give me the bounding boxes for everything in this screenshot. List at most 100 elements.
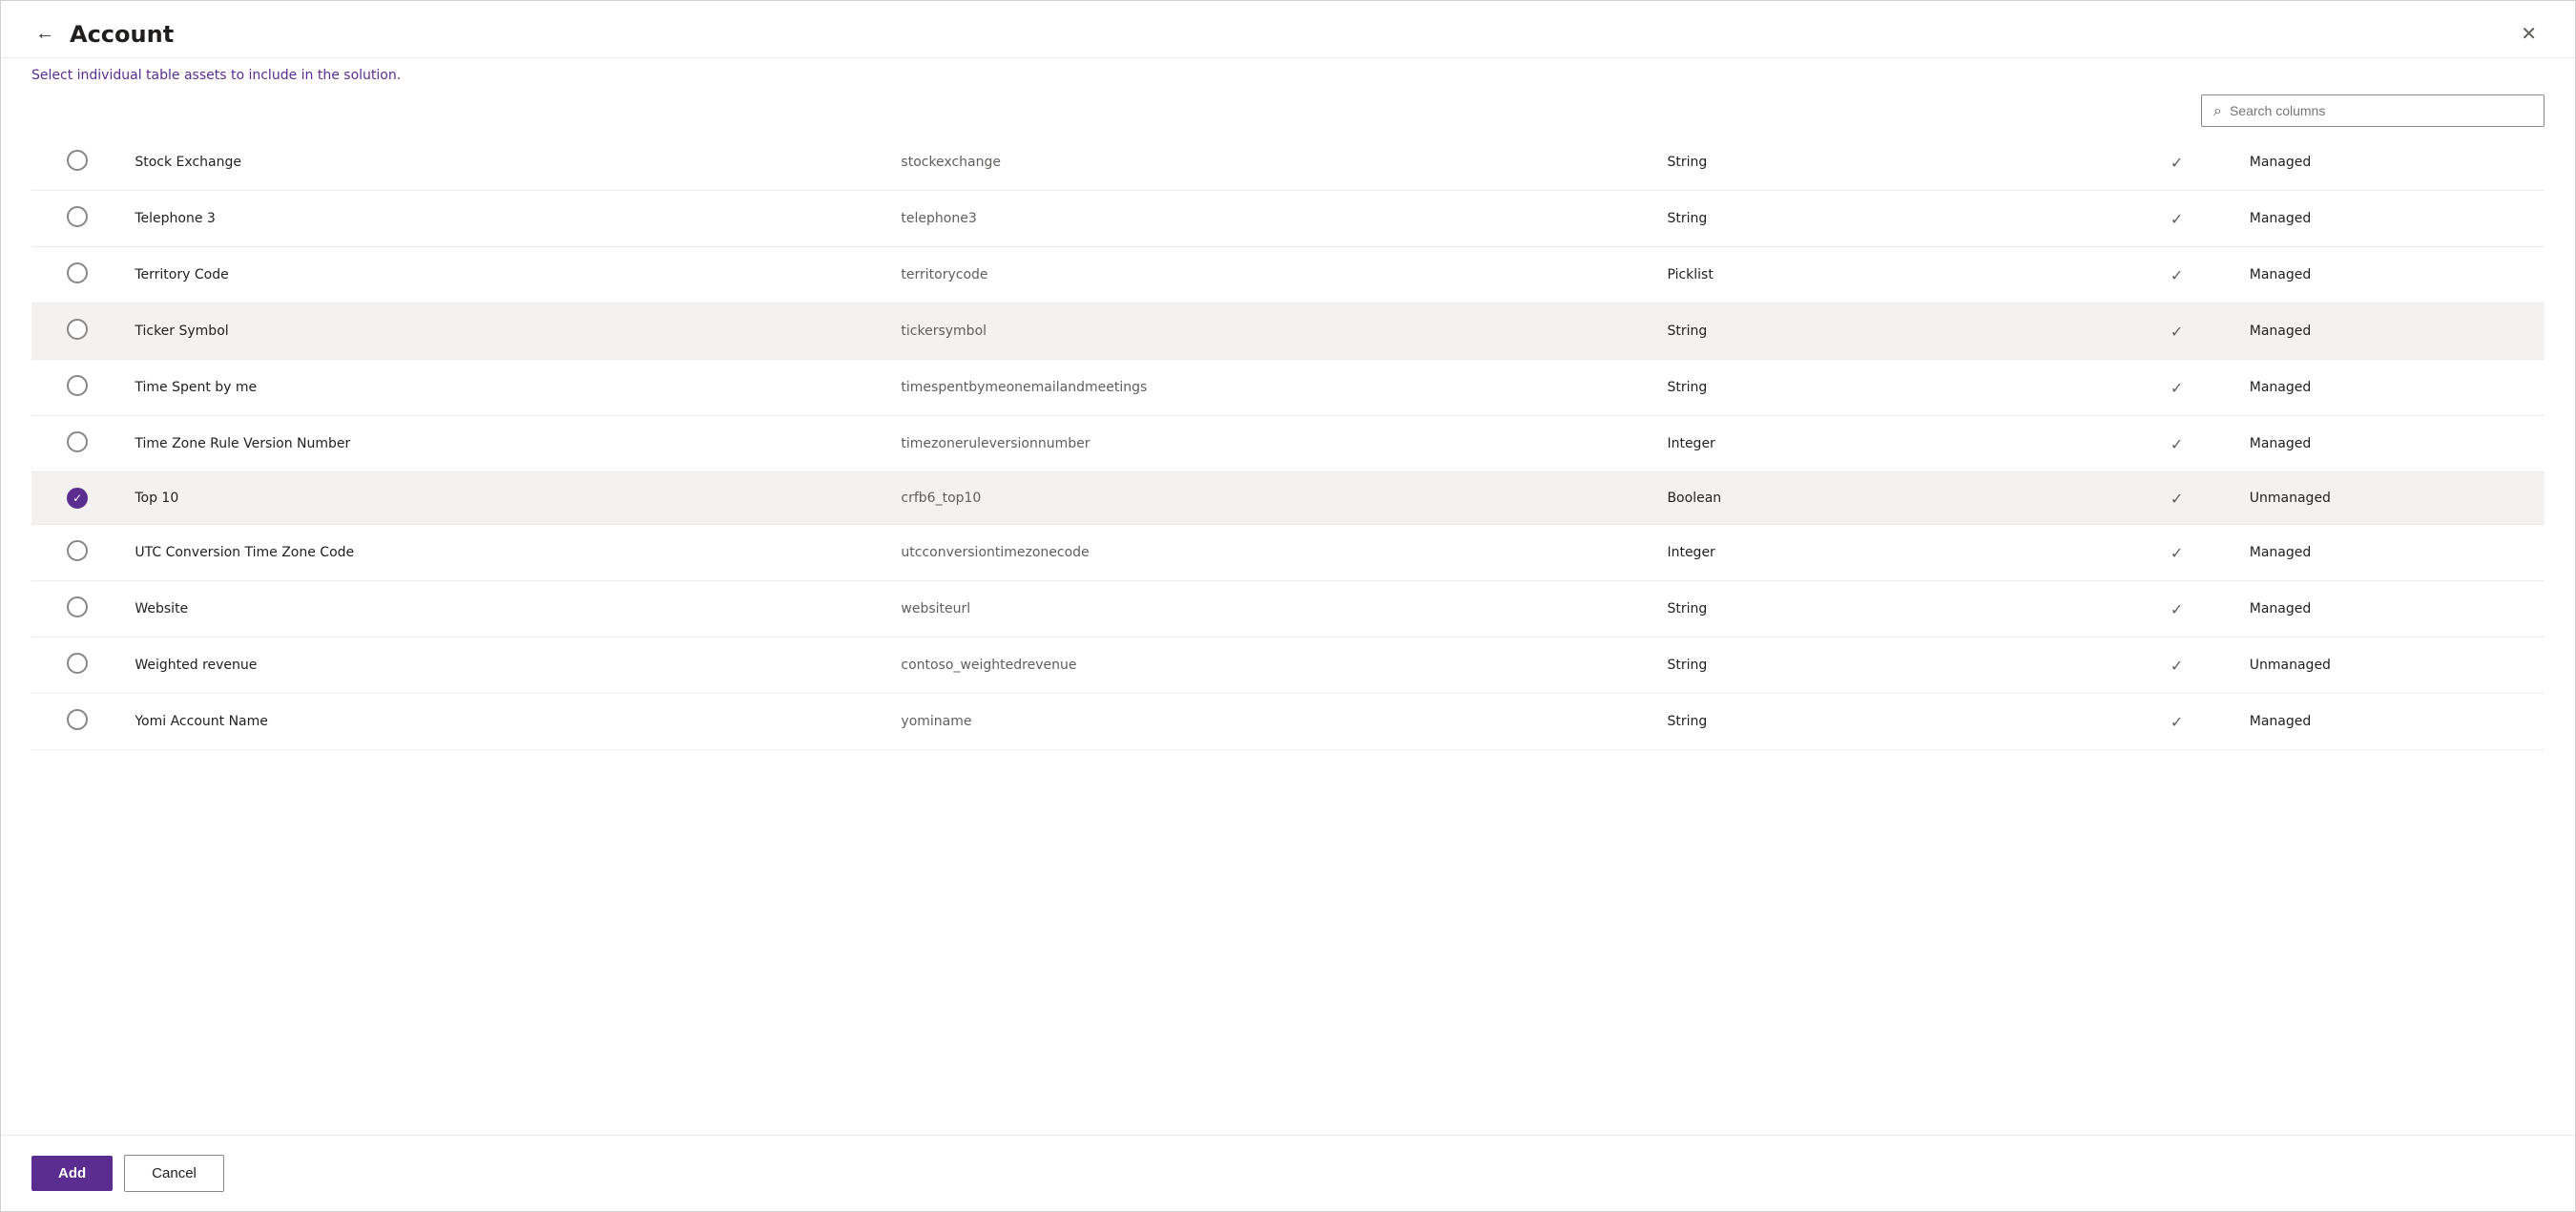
row-managed-status: Managed (2238, 416, 2545, 472)
check-indicator-icon: ✓ (2171, 154, 2183, 172)
row-checkbox[interactable] (67, 596, 88, 617)
search-icon: ⌕ (2213, 101, 2222, 120)
check-indicator-icon: ✓ (2171, 600, 2183, 618)
row-managed-status: Unmanaged (2238, 637, 2545, 694)
row-logical-name: contoso_weightedrevenue (889, 637, 1655, 694)
row-checkbox[interactable] (67, 206, 88, 227)
subtitle-static: Select (31, 68, 77, 83)
table-row[interactable]: Ticker SymboltickersymbolString✓Managed (31, 303, 2545, 360)
row-managed-status: Managed (2238, 135, 2545, 191)
row-display-name: Stock Exchange (123, 135, 889, 191)
table-row[interactable]: Territory CodeterritorycodePicklist✓Mana… (31, 247, 2545, 303)
row-checkbox-cell: ✓ (31, 472, 123, 525)
back-button[interactable]: ← (31, 19, 58, 49)
table-row[interactable]: Time Spent by metimespentbymeonemailandm… (31, 360, 2545, 416)
subtitle-rest: to include in the solution. (227, 68, 402, 83)
row-type: String (1655, 581, 2115, 637)
row-checkbox[interactable]: ✓ (67, 488, 88, 509)
check-indicator-icon: ✓ (2171, 435, 2183, 453)
row-check-indicator: ✓ (2115, 416, 2237, 472)
close-icon: ✕ (2521, 22, 2537, 46)
row-managed-status: Managed (2238, 694, 2545, 750)
row-display-name: Telephone 3 (123, 191, 889, 247)
row-logical-name: stockexchange (889, 135, 1655, 191)
check-indicator-icon: ✓ (2171, 266, 2183, 284)
row-logical-name: tickersymbol (889, 303, 1655, 360)
table-row[interactable]: ✓Top 10crfb6_top10Boolean✓Unmanaged (31, 472, 2545, 525)
row-check-indicator: ✓ (2115, 247, 2237, 303)
table-row[interactable]: UTC Conversion Time Zone Codeutcconversi… (31, 525, 2545, 581)
row-display-name: Website (123, 581, 889, 637)
search-box-container: ⌕ (2201, 94, 2545, 127)
table-row[interactable]: Time Zone Rule Version Numbertimezonerul… (31, 416, 2545, 472)
row-managed-status: Managed (2238, 360, 2545, 416)
row-checkbox[interactable] (67, 375, 88, 396)
row-display-name: Time Spent by me (123, 360, 889, 416)
row-logical-name: territorycode (889, 247, 1655, 303)
page-title: Account (70, 21, 174, 48)
row-type: Integer (1655, 416, 2115, 472)
search-input[interactable] (2230, 103, 2532, 118)
row-checkbox[interactable] (67, 431, 88, 452)
table-container: Stock ExchangestockexchangeString✓Manage… (1, 135, 2575, 1135)
search-row: ⌕ (1, 94, 2575, 135)
row-check-indicator: ✓ (2115, 135, 2237, 191)
check-indicator-icon: ✓ (2171, 323, 2183, 341)
row-logical-name: yominame (889, 694, 1655, 750)
row-logical-name: utcconversiontimezonecode (889, 525, 1655, 581)
row-type: String (1655, 637, 2115, 694)
check-icon: ✓ (73, 491, 82, 505)
close-button[interactable]: ✕ (2513, 18, 2545, 50)
row-checkbox-cell (31, 581, 123, 637)
table-row[interactable]: Stock ExchangestockexchangeString ✓ Manage… (31, 135, 2545, 191)
row-checkbox[interactable] (67, 319, 88, 340)
row-managed-status: Unmanaged (2238, 472, 2545, 525)
row-type: String (1655, 135, 2115, 191)
row-display-name: Time Zone Rule Version Number (123, 416, 889, 472)
check-indicator-icon: ✓ (2171, 657, 2183, 675)
row-managed-status: Managed (2238, 191, 2545, 247)
row-type: String (1655, 303, 2115, 360)
row-checkbox[interactable] (67, 540, 88, 561)
row-checkbox-cell (31, 191, 123, 247)
row-check-indicator: ✓ (2115, 303, 2237, 360)
row-managed-status: Managed (2238, 581, 2545, 637)
add-button[interactable]: Add (31, 1156, 113, 1191)
cancel-button[interactable]: Cancel (124, 1155, 224, 1192)
row-checkbox-cell (31, 303, 123, 360)
row-checkbox[interactable] (67, 150, 88, 171)
row-checkbox-cell (31, 694, 123, 750)
check-indicator-icon: ✓ (2171, 490, 2183, 508)
row-check-indicator: ✓ (2115, 637, 2237, 694)
check-indicator-icon: ✓ (2171, 379, 2183, 397)
row-check-indicator: ✓ (2115, 525, 2237, 581)
row-checkbox-cell (31, 247, 123, 303)
dialog-header: ← Account ✕ (1, 1, 2575, 58)
row-type: String (1655, 694, 2115, 750)
row-display-name: Top 10 (123, 472, 889, 525)
row-logical-name: websiteurl (889, 581, 1655, 637)
row-checkbox[interactable] (67, 653, 88, 674)
row-type: String (1655, 360, 2115, 416)
row-type: Integer (1655, 525, 2115, 581)
subtitle: Select individual table assets to includ… (1, 58, 2575, 94)
table-row[interactable]: WebsitewebsiteurlString ✓ Managed (31, 581, 2545, 637)
table-row[interactable]: Telephone 3telephone3String✓Managed (31, 191, 2545, 247)
row-logical-name: crfb6_top10 (889, 472, 1655, 525)
row-checkbox[interactable] (67, 709, 88, 730)
row-checkbox-cell (31, 525, 123, 581)
row-check-indicator: ✓ (2115, 360, 2237, 416)
check-indicator-icon: ✓ (2171, 713, 2183, 731)
row-checkbox[interactable] (67, 262, 88, 283)
check-indicator-icon: ✓ (2171, 210, 2183, 228)
row-type: Picklist (1655, 247, 2115, 303)
back-icon: ← (35, 23, 54, 45)
table-row[interactable]: Yomi Account NameyominameString✓Managed (31, 694, 2545, 750)
table-row[interactable]: Weighted revenuecontoso_weightedrevenueS… (31, 637, 2545, 694)
check-indicator-icon: ✓ (2171, 544, 2183, 562)
subtitle-link: individual table assets (77, 68, 227, 83)
row-managed-status: Managed (2238, 303, 2545, 360)
row-display-name: Weighted revenue (123, 637, 889, 694)
row-display-name: UTC Conversion Time Zone Code (123, 525, 889, 581)
row-managed-status: Managed (2238, 247, 2545, 303)
